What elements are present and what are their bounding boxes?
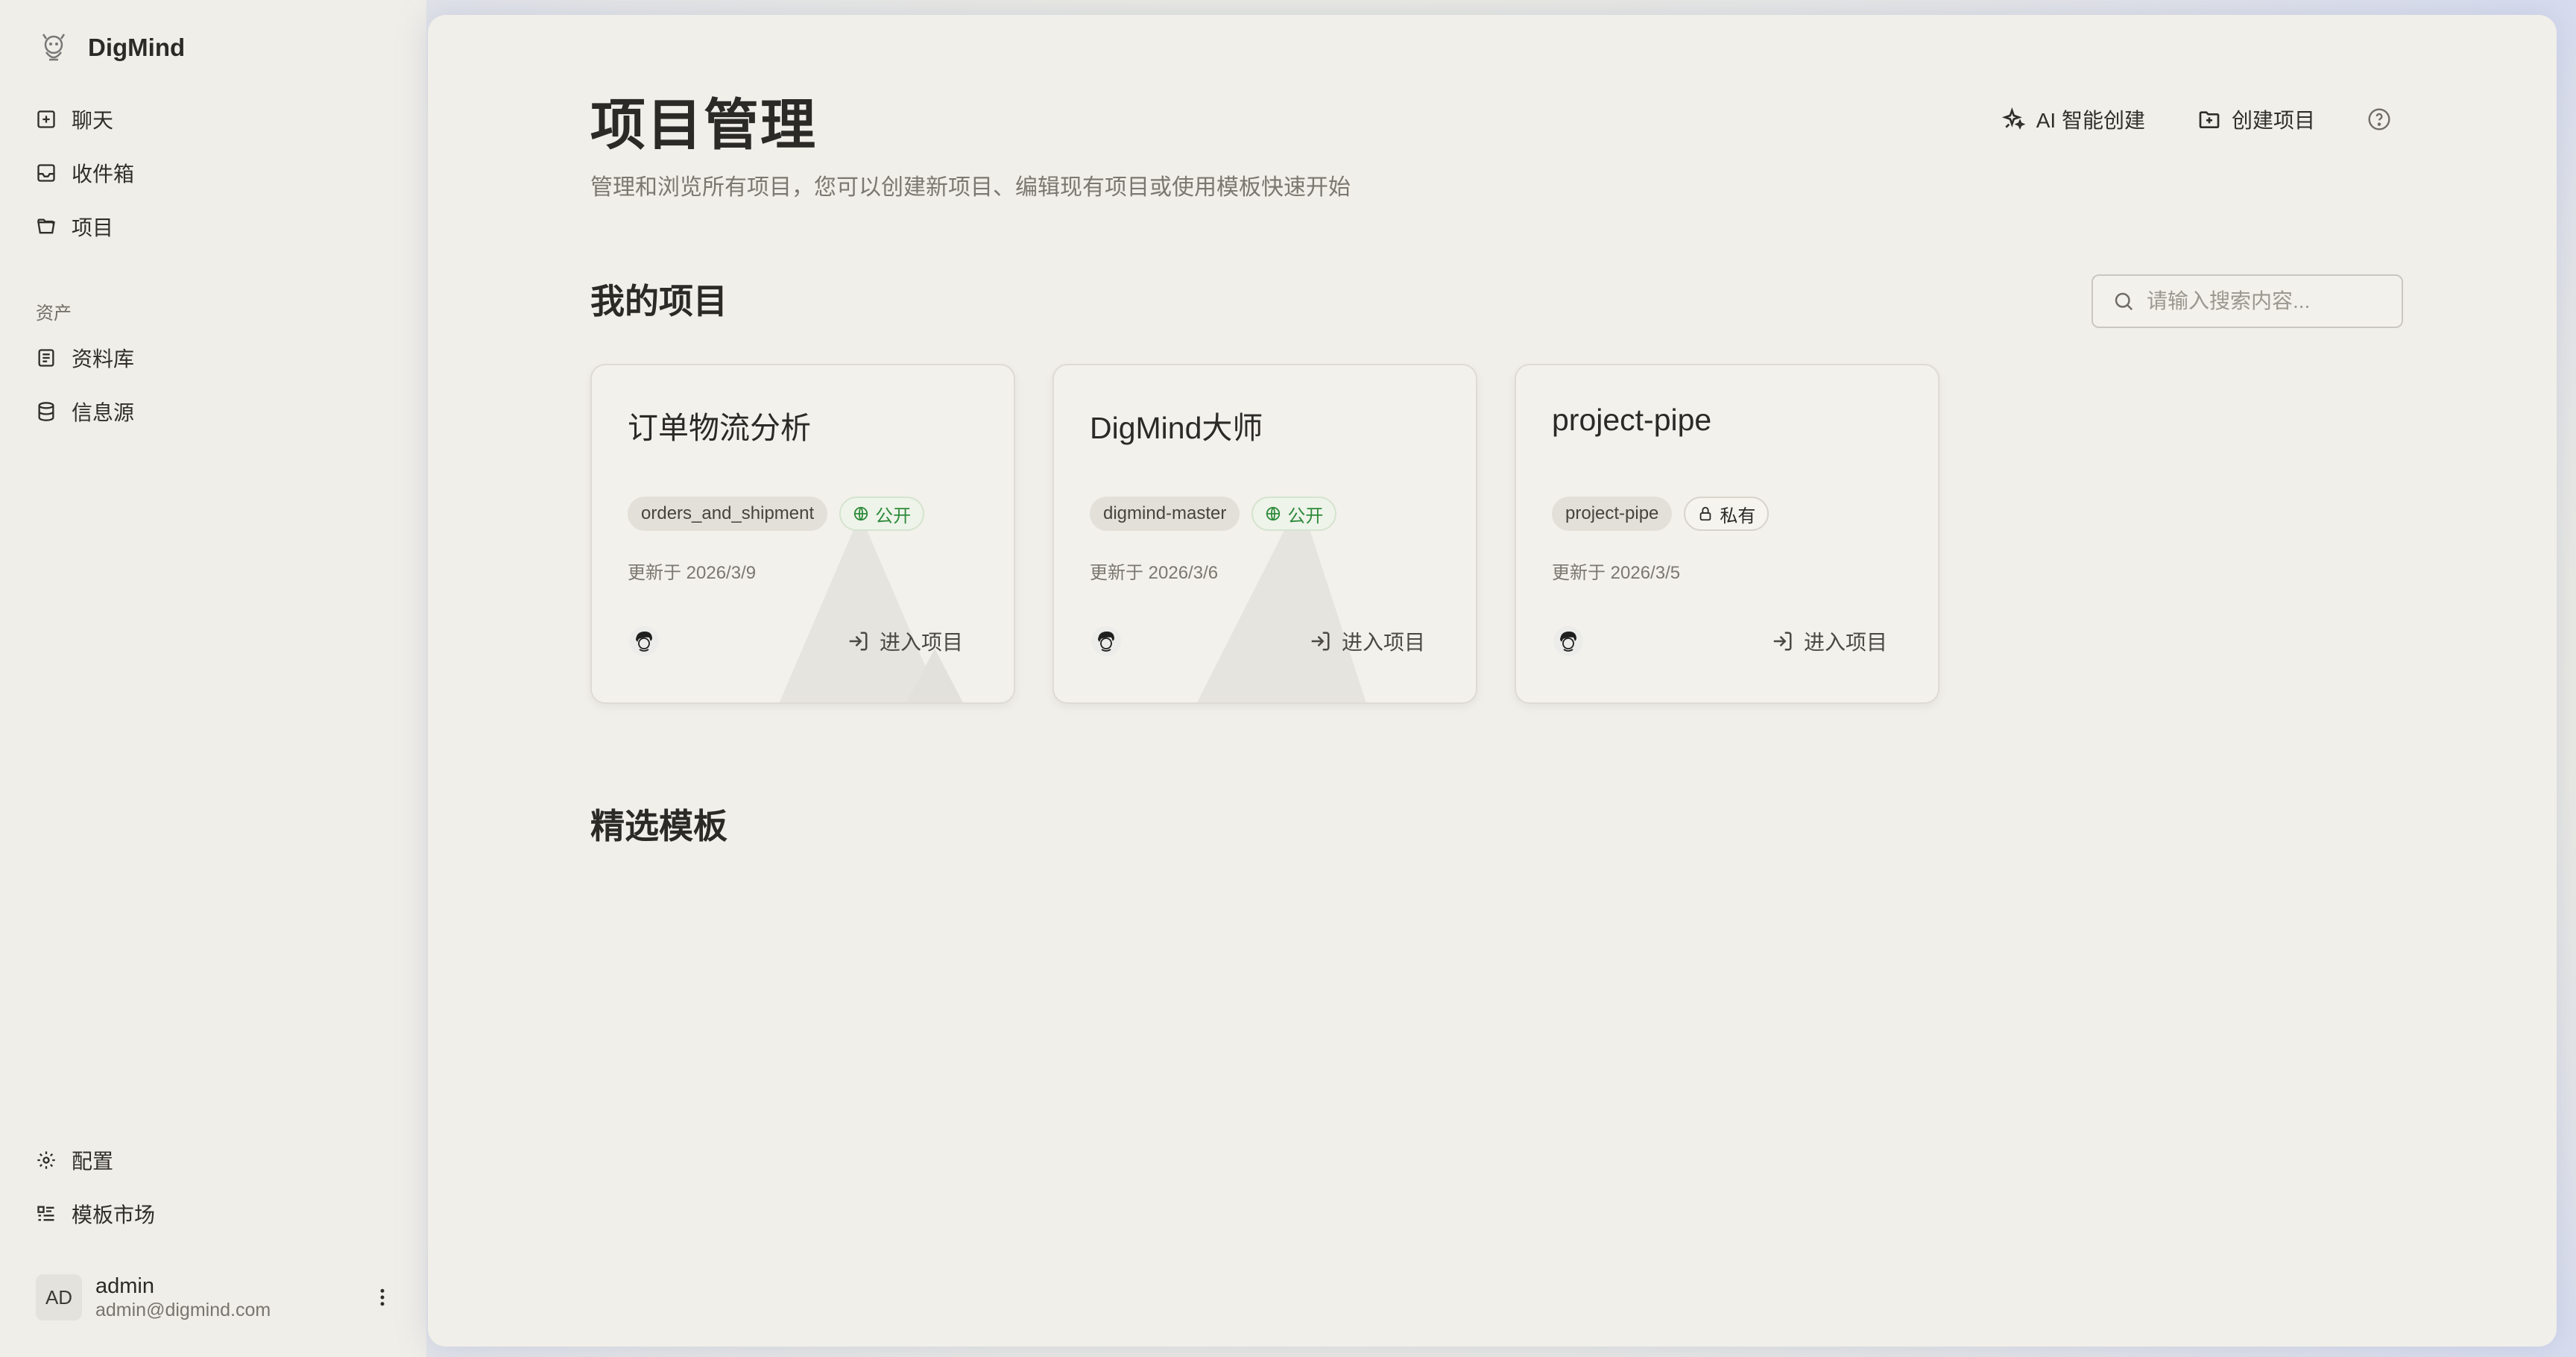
project-slug-tag: orders_and_shipment	[628, 497, 828, 531]
project-slug-tag: project-pipe	[1552, 497, 1673, 531]
updated-date: 更新于 2026/3/5	[1552, 563, 1681, 583]
sidebar-item-chat[interactable]: 聊天	[36, 92, 394, 146]
digmind-logo-icon	[42, 34, 66, 61]
assets-section-label: 资产	[36, 303, 72, 324]
sidebar-item-library[interactable]: 资料库	[36, 331, 394, 385]
help-circle-icon[interactable]	[2367, 107, 2391, 131]
sidebar-item-label: 信息源	[72, 401, 135, 424]
sidebar-item-label: 配置	[72, 1150, 114, 1173]
folder-open-icon	[37, 218, 55, 234]
project-card[interactable]: project-pipe project-pipe 私有 更新于 2026/3/…	[1515, 364, 1939, 704]
updated-date: 更新于 2026/3/6	[1090, 563, 1219, 583]
project-title: 订单物流分析	[628, 411, 811, 445]
globe-icon	[853, 506, 868, 521]
log-in-icon	[1773, 632, 1792, 651]
visibility-label: 公开	[1287, 506, 1324, 526]
lock-icon	[1700, 506, 1711, 521]
enter-project-button[interactable]: 进入项目	[847, 626, 963, 656]
user-profile[interactable]: AD admin admin@digmind.com	[36, 1272, 394, 1323]
create-project-label: 创建项目	[2231, 109, 2315, 132]
sidebar-item-sources[interactable]: 信息源	[36, 385, 394, 438]
enter-project-button[interactable]: 进入项目	[1771, 626, 1887, 656]
sidebar-item-label: 收件箱	[72, 163, 135, 186]
project-title: project-pipe	[1552, 403, 1712, 437]
sidebar-item-inbox[interactable]: 收件箱	[36, 146, 394, 200]
book-icon	[38, 349, 54, 367]
sidebar-item-label: 模板市场	[72, 1203, 156, 1227]
brand[interactable]: DigMind	[36, 28, 185, 67]
visibility-label: 公开	[875, 506, 912, 526]
sidebar-item-label: 聊天	[72, 109, 114, 132]
bottom-nav: 配置 模板市场	[36, 1133, 394, 1241]
project-tags: digmind-master 公开	[1090, 497, 1337, 531]
sidebar-item-template-market[interactable]: 模板市场	[36, 1187, 394, 1241]
page-subtitle: 管理和浏览所有项目，您可以创建新项目、编辑现有项目或使用模板快速开始	[590, 175, 1351, 200]
visibility-label: 私有	[1720, 506, 1756, 526]
page-title: 项目管理	[590, 94, 817, 156]
inbox-icon	[37, 164, 55, 182]
enter-project-label: 进入项目	[879, 631, 963, 654]
owner-avatar-icon	[629, 626, 659, 656]
enter-project-label: 进入项目	[1803, 631, 1887, 654]
create-project-button[interactable]: 创建项目	[2197, 104, 2315, 134]
sidebar: DigMind 聊天 收件箱 项目 资产 资料库 信息源 配置 模板市场 AD …	[0, 0, 426, 1357]
brand-name: DigMind	[88, 34, 186, 61]
sidebar-item-label: 项目	[72, 216, 114, 239]
plus-square-icon	[37, 110, 55, 128]
main-panel: 项目管理 管理和浏览所有项目，您可以创建新项目、编辑现有项目或使用模板快速开始 …	[428, 15, 2557, 1347]
ai-create-label: AI 智能创建	[2036, 109, 2145, 132]
search-icon	[2115, 292, 2133, 311]
project-tags: orders_and_shipment 公开	[628, 497, 925, 531]
sparkles-icon	[2001, 107, 2026, 130]
user-email: admin@digmind.com	[95, 1300, 271, 1320]
folder-plus-icon	[2199, 111, 2220, 128]
project-card[interactable]: DigMind大师 digmind-master 公开 更新于 2026/3/6…	[1052, 364, 1477, 704]
featured-templates-title: 精选模板	[590, 807, 727, 846]
assets-nav: 资料库 信息源	[36, 331, 394, 438]
project-slug-tag: digmind-master	[1090, 497, 1240, 531]
visibility-badge: 公开	[1251, 497, 1337, 531]
search-box[interactable]	[2092, 274, 2403, 328]
enter-project-button[interactable]: 进入项目	[1309, 626, 1425, 656]
owner-avatar-icon	[1553, 626, 1583, 656]
updated-date: 更新于 2026/3/9	[628, 563, 757, 583]
main-nav: 聊天 收件箱 项目	[36, 92, 394, 254]
log-in-icon	[849, 632, 868, 651]
globe-icon	[1266, 506, 1281, 521]
sidebar-item-label: 资料库	[72, 347, 135, 371]
avatar: AD	[36, 1274, 82, 1320]
owner-avatar-icon	[1091, 626, 1121, 656]
gear-icon	[37, 1151, 55, 1169]
sidebar-item-settings[interactable]: 配置	[36, 1133, 394, 1187]
search-input[interactable]	[2147, 289, 2385, 313]
project-card[interactable]: 订单物流分析 orders_and_shipment 公开 更新于 2026/3…	[590, 364, 1015, 704]
header-actions: AI 智能创建 创建项目	[2001, 98, 2391, 140]
ai-create-button[interactable]: AI 智能创建	[2001, 104, 2145, 134]
more-vertical-icon[interactable]	[371, 1286, 394, 1309]
project-tags: project-pipe 私有	[1552, 497, 1770, 531]
visibility-badge: 私有	[1684, 497, 1770, 531]
template-list-icon	[37, 1206, 54, 1221]
project-title: DigMind大师	[1090, 411, 1263, 445]
log-in-icon	[1311, 632, 1330, 651]
project-card-list: 订单物流分析 orders_and_shipment 公开 更新于 2026/3…	[590, 364, 1939, 704]
user-name: admin	[95, 1274, 154, 1298]
enter-project-label: 进入项目	[1341, 631, 1425, 654]
user-info: admin admin@digmind.com	[95, 1273, 371, 1321]
my-projects-title: 我的项目	[590, 282, 727, 321]
sidebar-item-projects[interactable]: 项目	[36, 200, 394, 254]
visibility-badge: 公开	[839, 497, 925, 531]
database-icon	[38, 402, 54, 421]
